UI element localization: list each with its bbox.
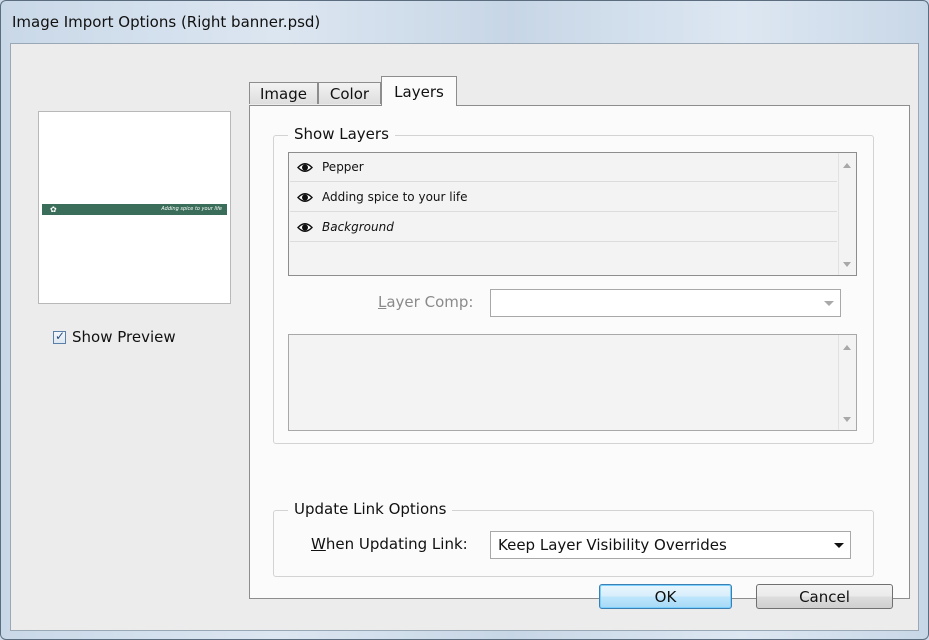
tab-image[interactable]: Image	[249, 82, 318, 104]
eye-visibility-icon[interactable]	[296, 219, 314, 235]
dialog-window: Image Import Options (Right banner.psd) …	[0, 0, 929, 640]
title-bar[interactable]: Image Import Options (Right banner.psd)	[1, 1, 928, 43]
eye-visibility-icon[interactable]	[296, 159, 314, 175]
tab-layers-label: Layers	[394, 82, 444, 101]
tab-layers[interactable]: Layers	[381, 76, 457, 106]
preview-banner: ✿ Adding spice to your life	[42, 204, 227, 215]
show-preview-checkbox-row[interactable]: ✓ Show Preview	[53, 327, 176, 347]
layers-list[interactable]: Pepper Adding spice to your life Backgro…	[288, 152, 857, 276]
layers-scrollbar[interactable]	[838, 153, 856, 275]
show-preview-checkbox[interactable]: ✓	[53, 328, 66, 344]
layer-name: Adding spice to your life	[322, 190, 468, 204]
layer-row-background[interactable]: Background	[290, 213, 837, 242]
cancel-button[interactable]: Cancel	[756, 584, 893, 609]
show-layers-title: Show Layers	[288, 125, 395, 143]
layer-row-adding-spice[interactable]: Adding spice to your life	[290, 183, 837, 212]
tab-color[interactable]: Color	[318, 82, 381, 104]
when-updating-link-select[interactable]: Keep Layer Visibility Overrides	[490, 531, 851, 559]
checkmark-icon: ✓	[55, 328, 66, 343]
window-title: Image Import Options (Right banner.psd)	[12, 13, 321, 31]
pepper-logo-icon: ✿	[50, 205, 57, 214]
when-updating-mnemonic: W	[311, 535, 326, 553]
update-link-options-title: Update Link Options	[288, 500, 453, 518]
layer-name: Background	[322, 220, 394, 234]
when-updating-link-label: When Updating Link:	[311, 535, 468, 553]
image-preview: ✿ Adding spice to your life	[38, 111, 231, 304]
tab-image-label: Image	[260, 84, 307, 103]
eye-visibility-icon[interactable]	[296, 189, 314, 205]
ok-button[interactable]: OK	[599, 584, 732, 609]
chevron-down-icon	[834, 543, 844, 548]
scroll-down-icon[interactable]	[843, 262, 851, 267]
layer-comp-select[interactable]	[490, 289, 841, 317]
scroll-up-icon[interactable]	[843, 163, 851, 168]
chevron-down-icon	[824, 301, 834, 306]
layer-row-pepper[interactable]: Pepper	[290, 153, 837, 182]
preview-banner-text: Adding spice to your life	[161, 206, 222, 212]
dialog-body: ✿ Adding spice to your life ✓ Show Previ…	[10, 43, 919, 631]
layer-name: Pepper	[322, 160, 364, 174]
when-updating-label-rest: hen Updating Link:	[325, 535, 468, 553]
update-link-options-group: Update Link Options When Updating Link: …	[273, 500, 874, 577]
ok-button-label: OK	[654, 587, 677, 606]
scroll-down-icon[interactable]	[843, 417, 851, 422]
tab-color-label: Color	[329, 84, 370, 103]
cancel-button-label: Cancel	[799, 587, 850, 606]
when-updating-link-value: Keep Layer Visibility Overrides	[498, 536, 727, 554]
layer-comp-label-rest: ayer Comp:	[386, 293, 474, 311]
layers-tab-panel: Show Layers Pepper Adding spice to your …	[249, 105, 910, 599]
show-layers-group: Show Layers Pepper Adding spice to your …	[273, 125, 874, 444]
scroll-up-icon[interactable]	[843, 345, 851, 350]
description-scrollbar[interactable]	[838, 335, 856, 430]
layer-comp-description	[288, 334, 857, 431]
layer-comp-label: Layer Comp:	[378, 293, 473, 311]
show-preview-label[interactable]: Show Preview	[72, 328, 176, 346]
